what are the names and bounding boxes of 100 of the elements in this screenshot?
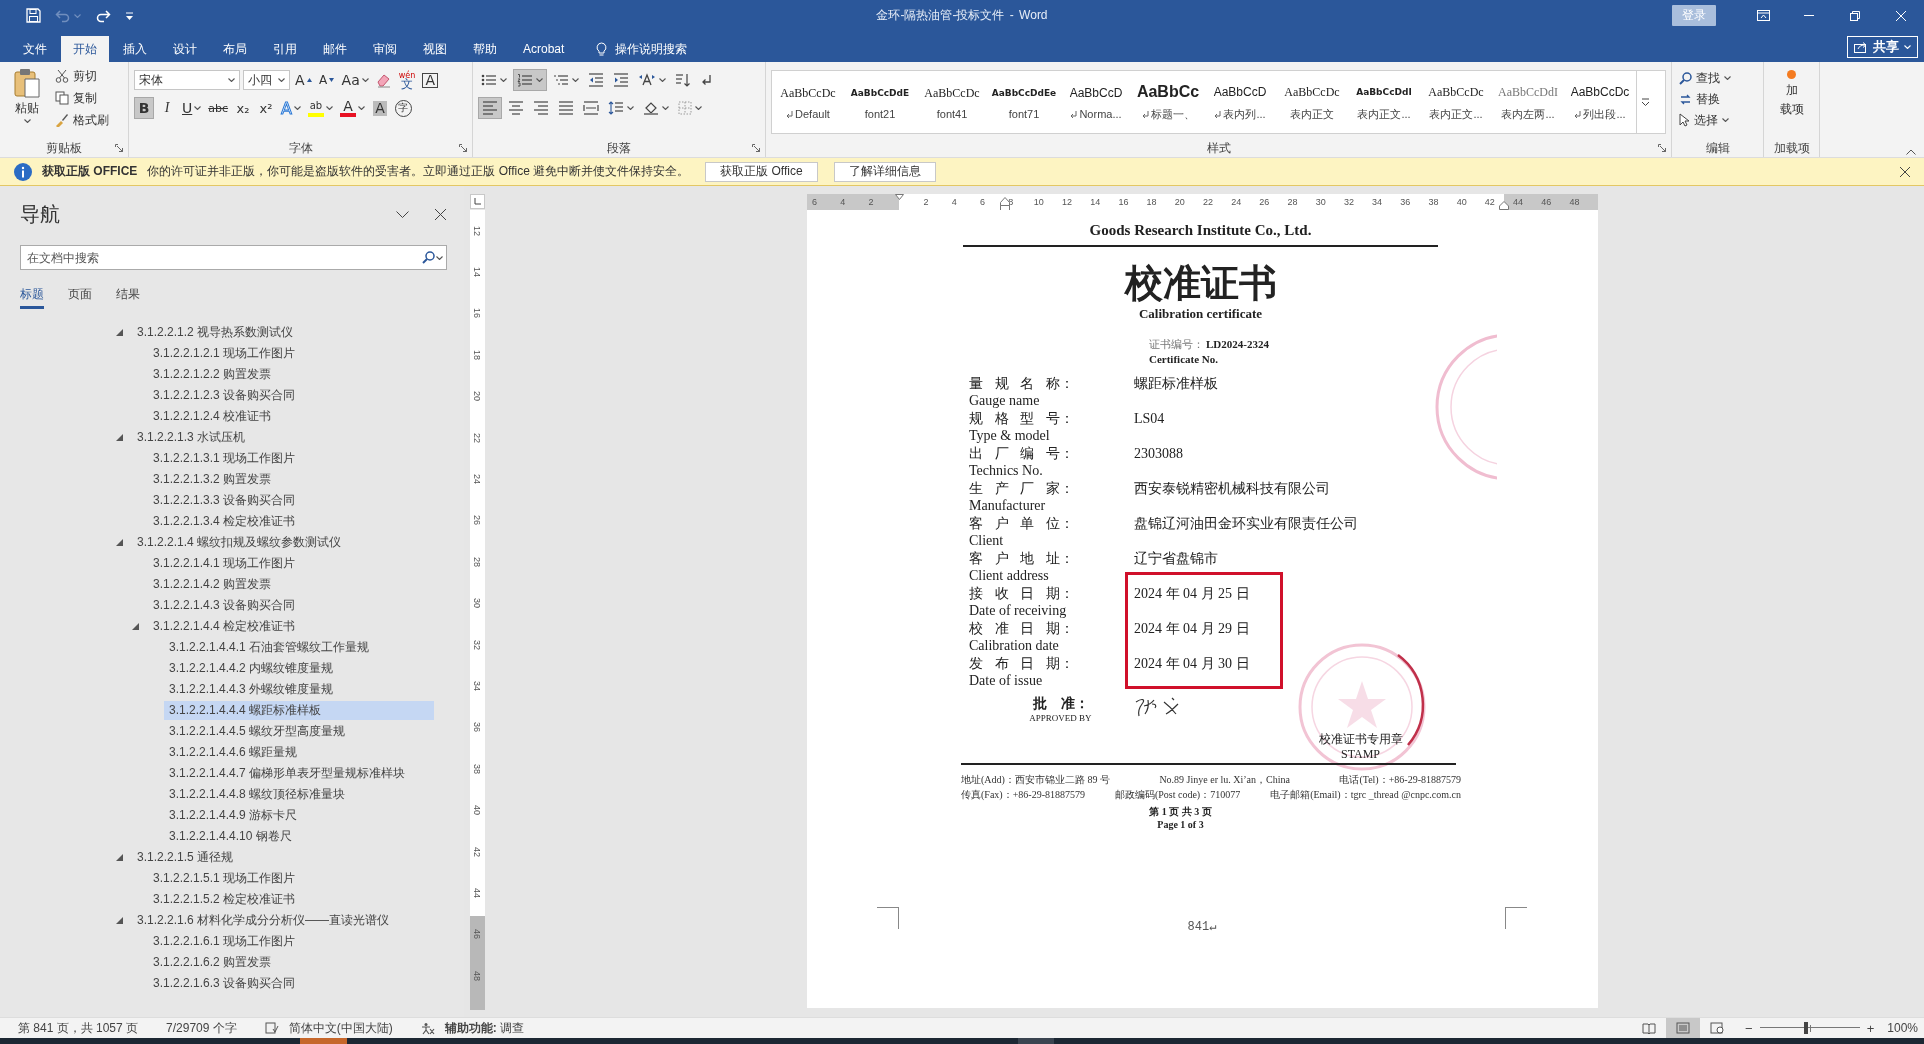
style-preset[interactable]: AaBbCcDc 表内正文 (1276, 71, 1348, 133)
expand-icon[interactable] (116, 434, 123, 441)
share-button[interactable]: 共享 (1847, 36, 1918, 58)
ribbon-tab[interactable]: 邮件 (311, 36, 359, 62)
nav-heading[interactable]: 3.1.2.2.1.4.1 现场工作图片 (148, 554, 434, 573)
style-preset[interactable]: AaBbCcDc font41 (916, 71, 988, 133)
dialog-launcher-icon[interactable] (459, 144, 467, 152)
slider-thumb[interactable] (1803, 1022, 1808, 1034)
style-preset[interactable]: AaBbCcD Norma... (1060, 71, 1132, 133)
tab-selector-icon[interactable] (470, 194, 485, 209)
ribbon-tab[interactable]: Acrobat (511, 36, 577, 62)
ribbon-tab[interactable]: 文件 (11, 36, 59, 62)
zoom-level[interactable]: 100% (1887, 1021, 1918, 1035)
nav-heading[interactable]: 3.1.2.2.1.4.4 检定校准证书 (148, 617, 434, 636)
sub-button[interactable]: x₂ (233, 97, 254, 119)
nav-heading[interactable]: 3.1.2.2.1.4.4.8 螺纹顶径标准量块 (164, 785, 434, 804)
expand-icon[interactable] (116, 917, 123, 924)
search-field[interactable]: 在文档中搜索 (20, 245, 447, 270)
page-count[interactable]: 第 841 页，共 1057 页 (18, 1019, 139, 1037)
expand-icon[interactable] (132, 623, 139, 630)
nav-heading[interactable]: 3.1.2.2.1.3 水试压机 (132, 428, 434, 447)
nav-heading[interactable]: 3.1.2.2.1.4.4.9 游标卡尺 (164, 806, 434, 825)
tell-me-search[interactable]: 操作说明搜索 (596, 36, 688, 62)
cut-button[interactable]: 剪切 (53, 66, 111, 86)
indent-marker-icon[interactable] (895, 194, 904, 200)
notice-button[interactable]: 获取正版 Office (705, 161, 818, 182)
font-name-field[interactable]: 宋体 (134, 70, 240, 90)
underline-button[interactable]: U (180, 97, 204, 119)
save-button[interactable] (26, 8, 41, 23)
nav-heading[interactable]: 3.1.2.2.1.4.4.1 石油套管螺纹工作量规 (164, 638, 434, 657)
expand-icon[interactable] (116, 329, 123, 336)
pane-tab[interactable]: 标题 (20, 286, 44, 309)
nav-heading[interactable]: 3.1.2.2.1.2.4 校准证书 (148, 407, 434, 426)
close-button[interactable] (1900, 166, 1910, 177)
dialog-launcher-icon[interactable] (1658, 144, 1666, 152)
style-preset[interactable]: AaBbCcDc 列出段... (1564, 71, 1636, 133)
style-preset[interactable]: AaBbCcDc Default (772, 71, 844, 133)
replace-button[interactable]: 替换 (1677, 89, 1758, 109)
ribbon-tab[interactable]: 审阅 (361, 36, 409, 62)
nav-heading[interactable]: 3.1.2.2.1.6.1 现场工作图片 (148, 932, 434, 951)
highlight-button[interactable]: ab (306, 97, 335, 119)
nav-heading[interactable]: 3.1.2.2.1.4.3 设备购买合同 (148, 596, 434, 615)
ribbon-tab[interactable]: 引用 (261, 36, 309, 62)
nav-heading[interactable]: 3.1.2.2.1.2.1 现场工作图片 (148, 344, 434, 363)
dialog-launcher-icon[interactable] (752, 144, 760, 152)
color-button[interactable]: A (338, 97, 367, 119)
nav-heading[interactable]: 3.1.2.2.1.3.4 检定校准证书 (148, 512, 434, 531)
nav-heading[interactable]: 3.1.2.2.1.4.2 购置发票 (148, 575, 434, 594)
style-preset[interactable]: AaBbCcDdE font21 (844, 71, 916, 133)
nav-heading[interactable]: 3.1.2.2.1.5 通径规 (132, 848, 434, 867)
nav-heading[interactable]: 3.1.2.2.1.4.4.5 螺纹牙型高度量规 (164, 722, 434, 741)
grow-button[interactable]: A (293, 69, 314, 91)
phonetic-button[interactable]: wén 文 (396, 69, 418, 91)
style-preset[interactable]: AaBbCcDdI 表内左两... (1492, 71, 1564, 133)
customize-button[interactable] (125, 10, 134, 21)
italic-button[interactable]: I (157, 97, 177, 119)
paste-button[interactable]: 粘贴 (5, 66, 49, 139)
numbering-button[interactable] (513, 69, 547, 91)
strike-button[interactable]: abc (206, 97, 231, 119)
nav-heading[interactable]: 3.1.2.2.1.6 材料化学成分分析仪——直读光谱仪 (132, 911, 434, 930)
nav-heading[interactable]: 3.1.2.2.1.2 视导热系数测试仪 (132, 323, 434, 342)
search-button[interactable] (422, 251, 443, 264)
style-preset[interactable]: AaBbCc 标题一、 (1132, 71, 1204, 133)
nav-heading[interactable]: 3.1.2.2.1.4.4.6 螺距量规 (164, 743, 434, 762)
ribbon-tab[interactable]: 帮助 (461, 36, 509, 62)
dialog-launcher-icon[interactable] (115, 144, 123, 152)
sup-button[interactable]: x² (256, 97, 277, 119)
notice-button[interactable]: 了解详细信息 (833, 161, 936, 182)
add-ins-button[interactable]: 加 载项 (1769, 66, 1814, 117)
pane-tab[interactable]: 页面 (68, 286, 92, 309)
print-view-button[interactable] (1666, 1018, 1701, 1038)
nav-heading[interactable]: 3.1.2.2.1.4 螺纹扣规及螺纹参数测试仪 (132, 533, 434, 552)
nav-heading[interactable]: 3.1.2.2.1.4.4.3 外螺纹锥度量规 (164, 680, 434, 699)
ribbon-tab[interactable]: 插入 (111, 36, 159, 62)
find-button[interactable]: 查找 (1677, 68, 1758, 88)
collapse-ribbon-button[interactable] (1906, 149, 1916, 155)
language-status[interactable]: 简体中文(中国大陆) (288, 1019, 393, 1037)
nav-heading[interactable]: 3.1.2.2.1.4.4.4 螺距标准样板 (164, 701, 434, 720)
style-preset[interactable]: AaBbCcD 表内列... (1204, 71, 1276, 133)
word-count[interactable]: 7/29709 个字 (166, 1019, 237, 1037)
ribbon-tab[interactable]: 布局 (211, 36, 259, 62)
redo-button[interactable] (95, 8, 111, 23)
zoom-out-button[interactable]: − (1742, 1020, 1756, 1036)
select-button[interactable]: 选择 (1677, 110, 1758, 130)
nav-heading[interactable]: 3.1.2.2.1.2.3 设备购买合同 (148, 386, 434, 405)
nav-heading[interactable]: 3.1.2.2.1.3.1 现场工作图片 (148, 449, 434, 468)
nav-heading[interactable]: 3.1.2.2.1.3.2 购置发票 (148, 470, 434, 489)
painter-button[interactable]: 格式刷 (53, 110, 111, 130)
copy-button[interactable]: 复制 (53, 88, 111, 108)
style-preset[interactable]: AaBbCcDc 表内正文... (1420, 71, 1492, 133)
align-left-button[interactable] (478, 97, 502, 119)
shrink-button[interactable]: A (316, 69, 337, 91)
nav-heading[interactable]: 3.1.2.2.1.6.2 购置发票 (148, 953, 434, 972)
nav-heading[interactable]: 3.1.2.2.1.3.3 设备购买合同 (148, 491, 434, 510)
nav-heading[interactable]: 3.1.2.2.1.5.1 现场工作图片 (148, 869, 434, 888)
expand-icon[interactable] (116, 854, 123, 861)
pane-tab[interactable]: 结果 (116, 286, 140, 309)
pane-options-button[interactable] (396, 210, 409, 218)
zoom-in-button[interactable]: + (1863, 1020, 1878, 1036)
nav-heading[interactable]: 3.1.2.2.1.6.3 设备购买合同 (148, 974, 434, 993)
